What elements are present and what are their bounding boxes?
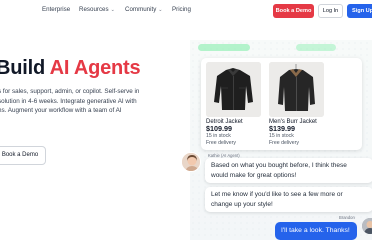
nav-community[interactable]: Community ⌄ <box>125 6 163 13</box>
hero-book-demo-button[interactable]: Book a Demo <box>0 146 46 165</box>
login-button[interactable]: Log In <box>318 4 343 18</box>
jacket-image <box>269 62 324 117</box>
product-price: $139.99 <box>269 124 295 133</box>
decorative-bubble <box>198 44 250 51</box>
hero-title: Build AI Agents <box>0 57 141 79</box>
jacket-image <box>206 62 261 117</box>
user-message: I'll take a look. Thanks! <box>275 222 357 240</box>
product-card[interactable]: Men's Burr Jacket $139.99 15 in stock Fr… <box>269 62 324 146</box>
chevron-down-icon: ⌄ <box>110 7 115 13</box>
agent-message: Based on what you bought before, I think… <box>205 158 372 183</box>
agent-message: Let me know if you'd like to see a few m… <box>205 187 372 212</box>
nav-resources[interactable]: Resources ⌄ <box>79 6 115 13</box>
product-price: $109.99 <box>206 124 232 133</box>
product-delivery: Free delivery <box>269 139 299 146</box>
signup-button[interactable]: Sign Up <box>347 4 372 18</box>
agent-avatar <box>181 152 201 172</box>
product-delivery: Free delivery <box>206 139 236 146</box>
decorative-bubble <box>296 44 336 51</box>
nav-pricing[interactable]: Pricing <box>172 6 191 13</box>
nav-enterprise[interactable]: Enterprise <box>42 6 70 13</box>
top-nav: Enterprise Resources ⌄ Community ⌄ Pricing… <box>0 0 372 22</box>
chevron-down-icon: ⌄ <box>158 7 163 13</box>
user-name-label: Brandon <box>339 215 355 220</box>
product-carousel: Detroit Jacket $109.99 15 in stock Free … <box>201 58 362 150</box>
book-demo-button[interactable]: Book a Demo <box>273 4 314 18</box>
user-avatar <box>362 218 372 234</box>
product-card[interactable]: Detroit Jacket $109.99 15 in stock Free … <box>206 62 261 146</box>
hero-description: s for sales, support, admin, or copilot.… <box>0 88 140 115</box>
